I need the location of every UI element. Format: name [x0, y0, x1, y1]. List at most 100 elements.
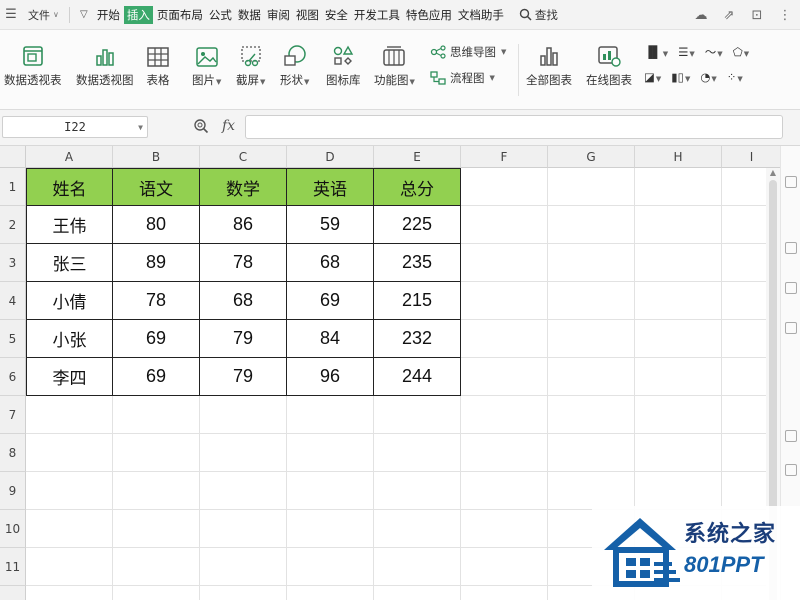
cell-h8[interactable]: [635, 434, 722, 472]
area-chart-icon[interactable]: ◪▼: [644, 70, 661, 84]
line-chart-icon[interactable]: 〜▼: [705, 44, 723, 60]
column-header-e[interactable]: E: [374, 146, 461, 168]
cell-a12[interactable]: [26, 586, 113, 600]
cell-e8[interactable]: [374, 434, 461, 472]
table-cell[interactable]: 235: [374, 244, 461, 282]
cell-g8[interactable]: [548, 434, 635, 472]
cell-f1[interactable]: [461, 168, 548, 206]
share-icon[interactable]: ⇗: [720, 6, 738, 24]
column-header-c[interactable]: C: [200, 146, 287, 168]
cloud-sync-icon[interactable]: ☁: [692, 6, 710, 24]
row-header-1[interactable]: 1: [0, 168, 26, 206]
cell-h2[interactable]: [635, 206, 722, 244]
tab-insert[interactable]: 插入: [123, 5, 153, 24]
cell-b12[interactable]: [113, 586, 200, 600]
cell-c8[interactable]: [200, 434, 287, 472]
row-header-7[interactable]: 7: [0, 396, 26, 434]
cell-d9[interactable]: [287, 472, 374, 510]
cell-b9[interactable]: [113, 472, 200, 510]
column-header-h[interactable]: H: [635, 146, 722, 168]
table-cell[interactable]: 王伟: [26, 206, 113, 244]
scroll-up-icon[interactable]: ▲: [766, 168, 780, 180]
zoom-icon[interactable]: [193, 118, 209, 137]
table-cell[interactable]: 78: [200, 244, 287, 282]
cell-f9[interactable]: [461, 472, 548, 510]
table-header-cell[interactable]: 数学: [200, 168, 287, 206]
row-header-8[interactable]: 8: [0, 434, 26, 472]
table-cell[interactable]: 69: [287, 282, 374, 320]
table-header-cell[interactable]: 姓名: [26, 168, 113, 206]
cell-g6[interactable]: [548, 358, 635, 396]
pivot-chart-button[interactable]: 数据透视图: [76, 40, 134, 88]
cell-e12[interactable]: [374, 586, 461, 600]
cell-h5[interactable]: [635, 320, 722, 358]
table-cell[interactable]: 59: [287, 206, 374, 244]
search-button[interactable]: 查找: [519, 7, 558, 23]
table-cell[interactable]: 李四: [26, 358, 113, 396]
cell-f8[interactable]: [461, 434, 548, 472]
cell-b10[interactable]: [113, 510, 200, 548]
cell-f2[interactable]: [461, 206, 548, 244]
cell-f10[interactable]: [461, 510, 548, 548]
cell-d12[interactable]: [287, 586, 374, 600]
tab-data[interactable]: 数据: [236, 6, 263, 24]
panel-tool-icon[interactable]: [785, 430, 797, 442]
row-header-12[interactable]: 12: [0, 586, 26, 600]
table-cell[interactable]: 244: [374, 358, 461, 396]
screenshot-button[interactable]: 截屏▼: [236, 40, 265, 88]
cell-c12[interactable]: [200, 586, 287, 600]
cell-f6[interactable]: [461, 358, 548, 396]
cell-f5[interactable]: [461, 320, 548, 358]
cell-e9[interactable]: [374, 472, 461, 510]
cell-d8[interactable]: [287, 434, 374, 472]
table-cell[interactable]: 225: [374, 206, 461, 244]
tab-view[interactable]: 视图: [294, 6, 321, 24]
cell-d11[interactable]: [287, 548, 374, 586]
table-cell[interactable]: 68: [287, 244, 374, 282]
panel-tool-icon[interactable]: [785, 464, 797, 476]
icon-library-button[interactable]: 图标库: [326, 40, 361, 88]
cell-a11[interactable]: [26, 548, 113, 586]
row-header-9[interactable]: 9: [0, 472, 26, 510]
column-header-b[interactable]: B: [113, 146, 200, 168]
cell-g1[interactable]: [548, 168, 635, 206]
tab-page-layout[interactable]: 页面布局: [155, 6, 205, 24]
cell-g7[interactable]: [548, 396, 635, 434]
cell-h4[interactable]: [635, 282, 722, 320]
cell-f4[interactable]: [461, 282, 548, 320]
table-header-cell[interactable]: 总分: [374, 168, 461, 206]
cell-g3[interactable]: [548, 244, 635, 282]
cell-a9[interactable]: [26, 472, 113, 510]
function-icon[interactable]: fx: [222, 118, 235, 134]
cell-d10[interactable]: [287, 510, 374, 548]
table-cell[interactable]: 69: [113, 358, 200, 396]
table-cell[interactable]: 78: [113, 282, 200, 320]
cell-b11[interactable]: [113, 548, 200, 586]
tab-security[interactable]: 安全: [323, 6, 350, 24]
tab-review[interactable]: 审阅: [265, 6, 292, 24]
flowchart-button[interactable]: 流程图 ▼: [430, 70, 495, 86]
table-cell[interactable]: 小张: [26, 320, 113, 358]
horizontal-bar-chart-icon[interactable]: ☰▼: [678, 45, 695, 59]
column-chart-icon[interactable]: ▐▌▼: [644, 45, 668, 59]
tab-formulas[interactable]: 公式: [207, 6, 234, 24]
panel-tool-icon[interactable]: [785, 242, 797, 254]
cell-g4[interactable]: [548, 282, 635, 320]
more-icon[interactable]: ⋮: [776, 6, 794, 24]
collaborate-icon[interactable]: ⊡: [748, 6, 766, 24]
cell-f7[interactable]: [461, 396, 548, 434]
table-cell[interactable]: 84: [287, 320, 374, 358]
scatter-chart-icon[interactable]: ⁘▼: [727, 70, 743, 84]
all-charts-button[interactable]: 全部图表: [526, 40, 572, 88]
tab-special-apps[interactable]: 特色应用: [404, 6, 454, 24]
cell-g2[interactable]: [548, 206, 635, 244]
table-cell[interactable]: 232: [374, 320, 461, 358]
stock-chart-icon[interactable]: ▮▯▼: [671, 70, 690, 84]
cell-f11[interactable]: [461, 548, 548, 586]
panel-tool-icon[interactable]: [785, 322, 797, 334]
table-cell[interactable]: 215: [374, 282, 461, 320]
cell-b7[interactable]: [113, 396, 200, 434]
shape-button[interactable]: 形状▼: [280, 40, 309, 88]
row-header-2[interactable]: 2: [0, 206, 26, 244]
cell-d7[interactable]: [287, 396, 374, 434]
